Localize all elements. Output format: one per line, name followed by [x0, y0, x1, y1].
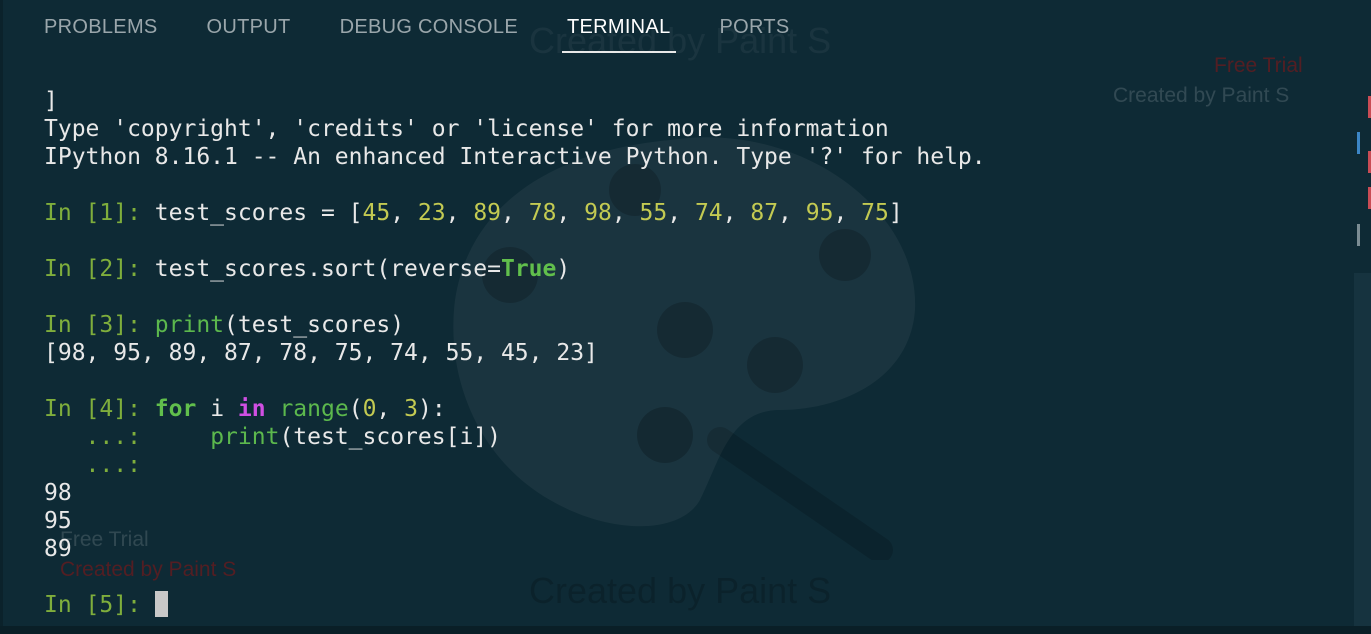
input-cell-2: In [2]: test_scores.sort(reverse=True)	[44, 256, 571, 282]
output-line: 89	[44, 536, 72, 562]
scrollbar-thumb[interactable]	[1354, 273, 1371, 626]
continuation-line: ...: print(test_scores[i])	[44, 424, 501, 450]
input-cell-3: In [3]: print(test_scores)	[44, 312, 405, 338]
output-line: 98	[44, 480, 72, 506]
input-cell-4: In [4]: for i in range(0, 3):	[44, 396, 446, 422]
terminal-output[interactable]: ] Type 'copyright', 'credits' or 'licens…	[44, 87, 1334, 619]
scroll-marker	[1357, 132, 1360, 154]
input-cell-1: In [1]: test_scores = [45, 23, 89, 78, 9…	[44, 200, 903, 226]
watermark-free-trial: Free Trial	[1214, 54, 1303, 77]
prompt: In [5]:	[44, 592, 141, 618]
scroll-marker	[1357, 224, 1360, 246]
terminal-line: Type 'copyright', 'credits' or 'license'…	[44, 116, 889, 142]
prompt: In [2]:	[44, 256, 141, 282]
input-cell-5[interactable]: In [5]:	[44, 591, 1334, 619]
prompt: In [4]:	[44, 396, 141, 422]
continuation-line: ...:	[44, 452, 141, 478]
terminal-line: ]	[44, 88, 58, 114]
prompt: In [1]:	[44, 200, 141, 226]
text-cursor	[154, 591, 168, 617]
tab-terminal[interactable]: TERMINAL	[561, 16, 676, 53]
output-line: [98, 95, 89, 87, 78, 75, 74, 55, 45, 23]	[44, 340, 598, 366]
output-line: 95	[44, 508, 72, 534]
code: test_scores = [	[140, 200, 363, 226]
terminal-line: IPython 8.16.1 -- An enhanced Interactiv…	[44, 144, 986, 170]
tab-output[interactable]: OUTPUT	[207, 16, 291, 48]
prompt: In [3]:	[44, 312, 141, 338]
bottom-strip	[0, 626, 1371, 634]
terminal-panel: PROBLEMS OUTPUT DEBUG CONSOLE TERMINAL P…	[0, 0, 1371, 626]
panel-edge	[0, 0, 3, 626]
panel-tabs: PROBLEMS OUTPUT DEBUG CONSOLE TERMINAL P…	[44, 16, 839, 56]
terminal-scrollbar[interactable]	[1354, 0, 1371, 626]
tab-debug-console[interactable]: DEBUG CONSOLE	[340, 16, 518, 48]
tab-problems[interactable]: PROBLEMS	[44, 16, 158, 48]
tab-ports[interactable]: PORTS	[720, 16, 790, 48]
